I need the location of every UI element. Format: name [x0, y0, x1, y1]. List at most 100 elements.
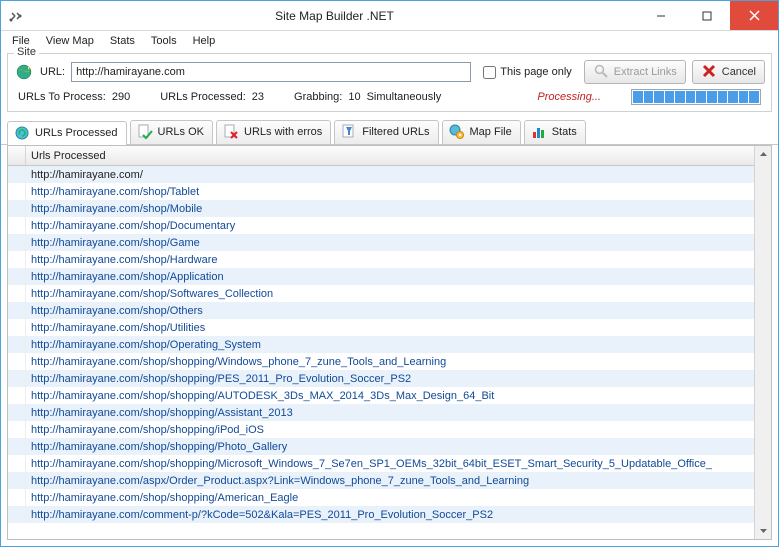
url-cell: http://hamirayane.com/shop/Others	[26, 305, 754, 317]
page-only-checkbox[interactable]: This page only	[483, 66, 572, 79]
table-row[interactable]: http://hamirayane.com/shop/Mobile	[8, 200, 754, 217]
url-row: URL: This page only Extract Links Can	[14, 60, 765, 84]
processed-value: 23	[252, 91, 264, 103]
bar-chart-icon	[531, 124, 547, 140]
url-cell: http://hamirayane.com/shop/shopping/iPod…	[26, 424, 754, 436]
url-cell: http://hamirayane.com/comment-p/?kCode=5…	[26, 509, 754, 521]
tab-label: URLs with erros	[244, 126, 322, 138]
extract-links-label: Extract Links	[614, 66, 677, 78]
table-row[interactable]: http://hamirayane.com/shop/shopping/AUTO…	[8, 387, 754, 404]
row-header-cell	[8, 506, 26, 523]
tab-label: Filtered URLs	[362, 126, 429, 138]
page-only-input[interactable]	[483, 66, 496, 79]
grabbing-label: Grabbing:	[294, 91, 342, 103]
close-button[interactable]	[730, 1, 778, 30]
tab-map-file[interactable]: Map File	[442, 120, 521, 144]
row-header-cell	[8, 200, 26, 217]
processing-label: Processing...	[537, 91, 601, 103]
maximize-button[interactable]	[684, 1, 730, 30]
url-grid[interactable]: Urls Processed http://hamirayane.com/htt…	[8, 146, 754, 539]
tab-urls-processed[interactable]: URLs Processed	[7, 121, 127, 145]
url-cell: http://hamirayane.com/shop/Game	[26, 237, 754, 249]
scroll-up-button[interactable]	[755, 146, 771, 163]
table-row[interactable]: http://hamirayane.com/shop/Tablet	[8, 183, 754, 200]
row-header-cell	[8, 285, 26, 302]
row-header-cell	[8, 472, 26, 489]
table-row[interactable]: http://hamirayane.com/shop/Documentary	[8, 217, 754, 234]
scroll-down-button[interactable]	[755, 522, 771, 539]
menu-view-map[interactable]: View Map	[39, 33, 101, 49]
row-header-cell	[8, 268, 26, 285]
url-cell: http://hamirayane.com/shop/Operating_Sys…	[26, 339, 754, 351]
tab-filtered-urls[interactable]: Filtered URLs	[334, 120, 438, 144]
tab-urls-ok[interactable]: URLs OK	[130, 120, 213, 144]
url-cell: http://hamirayane.com/shop/Tablet	[26, 186, 754, 198]
row-header-cell	[8, 217, 26, 234]
table-row[interactable]: http://hamirayane.com/shop/Utilities	[8, 319, 754, 336]
to-process-label: URLs To Process:	[18, 91, 106, 103]
x-icon	[701, 63, 717, 82]
row-header-cell	[8, 234, 26, 251]
url-cell: http://hamirayane.com/shop/shopping/PES_…	[26, 373, 754, 385]
row-header-cell	[8, 421, 26, 438]
table-row[interactable]: http://hamirayane.com/shop/shopping/Amer…	[8, 489, 754, 506]
row-header-cell	[8, 387, 26, 404]
grid-rows: http://hamirayane.com/http://hamirayane.…	[8, 166, 754, 523]
url-cell: http://hamirayane.com/shop/Hardware	[26, 254, 754, 266]
minimize-button[interactable]	[638, 1, 684, 30]
tab-stats[interactable]: Stats	[524, 120, 586, 144]
table-row[interactable]: http://hamirayane.com/shop/shopping/iPod…	[8, 421, 754, 438]
filter-icon	[341, 124, 357, 140]
gear-globe-icon	[449, 124, 465, 140]
table-row[interactable]: http://hamirayane.com/shop/shopping/Phot…	[8, 438, 754, 455]
url-cell: http://hamirayane.com/shop/shopping/Assi…	[26, 407, 754, 419]
tab-urls-errors[interactable]: URLs with erros	[216, 120, 331, 144]
row-header-cell	[8, 438, 26, 455]
menu-tools[interactable]: Tools	[144, 33, 184, 49]
table-row[interactable]: http://hamirayane.com/shop/Hardware	[8, 251, 754, 268]
grid-container: Urls Processed http://hamirayane.com/htt…	[7, 145, 772, 540]
grid-header[interactable]: Urls Processed	[8, 146, 754, 166]
globe-refresh-icon	[14, 125, 30, 141]
row-header-cell	[8, 251, 26, 268]
table-row[interactable]: http://hamirayane.com/shop/Operating_Sys…	[8, 336, 754, 353]
table-row[interactable]: http://hamirayane.com/shop/shopping/Wind…	[8, 353, 754, 370]
url-cell: http://hamirayane.com/shop/shopping/Micr…	[26, 458, 754, 470]
cancel-button[interactable]: Cancel	[692, 60, 765, 84]
cancel-label: Cancel	[722, 66, 756, 78]
url-cell: http://hamirayane.com/shop/shopping/Amer…	[26, 492, 754, 504]
urls-processed-column[interactable]: Urls Processed	[26, 150, 754, 162]
table-row[interactable]: http://hamirayane.com/	[8, 166, 754, 183]
site-legend: Site	[14, 46, 39, 58]
table-row[interactable]: http://hamirayane.com/shop/Softwares_Col…	[8, 285, 754, 302]
tab-bar: URLs Processed URLs OK URLs with erros F…	[1, 116, 778, 145]
table-row[interactable]: http://hamirayane.com/shop/Others	[8, 302, 754, 319]
table-row[interactable]: http://hamirayane.com/shop/shopping/Assi…	[8, 404, 754, 421]
window-controls	[638, 1, 778, 30]
url-cell: http://hamirayane.com/shop/shopping/Phot…	[26, 441, 754, 453]
row-header-cell	[8, 183, 26, 200]
title-bar: Site Map Builder .NET	[1, 1, 778, 31]
row-header-cell	[8, 353, 26, 370]
url-cell: http://hamirayane.com/shop/Mobile	[26, 203, 754, 215]
table-row[interactable]: http://hamirayane.com/shop/shopping/Micr…	[8, 455, 754, 472]
extract-links-button[interactable]: Extract Links	[584, 60, 686, 84]
page-only-label: This page only	[500, 66, 572, 78]
url-label: URL:	[40, 66, 65, 78]
menu-stats[interactable]: Stats	[103, 33, 142, 49]
tab-label: Map File	[470, 126, 512, 138]
url-cell: http://hamirayane.com/	[26, 169, 754, 181]
table-row[interactable]: http://hamirayane.com/shop/shopping/PES_…	[8, 370, 754, 387]
grabbing-value: 10	[348, 91, 360, 103]
vertical-scrollbar[interactable]	[754, 146, 771, 539]
table-row[interactable]: http://hamirayane.com/shop/Application	[8, 268, 754, 285]
table-row[interactable]: http://hamirayane.com/aspx/Order_Product…	[8, 472, 754, 489]
row-header-column[interactable]	[8, 146, 26, 165]
menu-help[interactable]: Help	[186, 33, 223, 49]
row-header-cell	[8, 404, 26, 421]
table-row[interactable]: http://hamirayane.com/shop/Game	[8, 234, 754, 251]
row-header-cell	[8, 336, 26, 353]
url-input[interactable]	[71, 62, 471, 82]
table-row[interactable]: http://hamirayane.com/comment-p/?kCode=5…	[8, 506, 754, 523]
row-header-cell	[8, 489, 26, 506]
